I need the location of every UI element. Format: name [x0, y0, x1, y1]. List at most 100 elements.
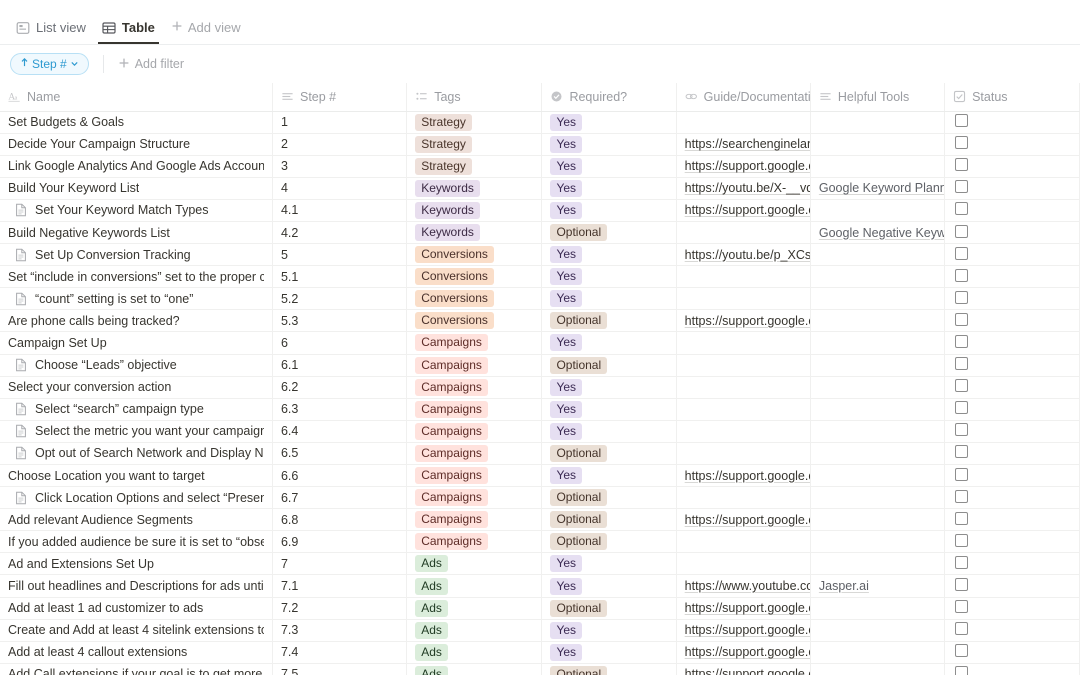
status-checkbox[interactable] — [955, 379, 969, 393]
cell-guide[interactable] — [676, 552, 811, 576]
column-header-required[interactable]: Required? — [541, 83, 677, 112]
cell-guide[interactable]: https://www.youtube.com/wa — [676, 574, 811, 598]
status-checkbox[interactable] — [955, 114, 969, 128]
guide-link[interactable]: https://support.google.com/g — [685, 645, 810, 659]
cell-name[interactable]: Choose Location you want to target — [0, 464, 273, 488]
cell-name[interactable]: Set “include in conversions” set to the … — [0, 265, 273, 289]
status-checkbox[interactable] — [955, 312, 969, 326]
table-row[interactable]: Campaign Set Up 6 Campaigns Yes — [0, 331, 1080, 355]
cell-helpful-tools[interactable] — [810, 111, 946, 134]
cell-status[interactable] — [944, 420, 1080, 443]
cell-helpful-tools[interactable] — [810, 420, 946, 443]
cell-step[interactable]: 6.8 — [272, 508, 408, 532]
cell-tags[interactable]: Campaigns — [406, 331, 543, 355]
cell-step[interactable]: 4.2 — [272, 221, 408, 245]
cell-name[interactable]: Ad and Extensions Set Up — [0, 552, 273, 576]
cell-tags[interactable]: Strategy — [406, 155, 543, 178]
helpful-tool-link[interactable]: Google Keyword Planner — [819, 181, 944, 195]
cell-step[interactable]: 4 — [272, 177, 408, 200]
cell-name[interactable]: “count” setting is set to “one” — [0, 287, 273, 311]
cell-step[interactable]: 5.3 — [272, 309, 408, 333]
cell-guide[interactable] — [676, 420, 811, 443]
status-checkbox[interactable] — [955, 622, 969, 636]
cell-helpful-tools[interactable] — [810, 133, 946, 156]
cell-required[interactable]: Yes — [541, 155, 677, 178]
cell-helpful-tools[interactable] — [810, 376, 946, 399]
cell-guide[interactable]: https://support.google.com/a — [676, 155, 811, 178]
cell-guide[interactable]: https://support.google.com/g — [676, 619, 811, 642]
cell-guide[interactable]: https://support.google.com/g — [676, 597, 811, 620]
cell-required[interactable]: Yes — [541, 552, 677, 576]
status-checkbox[interactable] — [955, 600, 969, 614]
table-row[interactable]: Link Google Analytics And Google Ads Acc… — [0, 155, 1080, 178]
cell-step[interactable]: 2 — [272, 133, 408, 156]
status-checkbox[interactable] — [955, 224, 969, 238]
cell-required[interactable]: Yes — [541, 265, 677, 289]
cell-tags[interactable]: Ads — [406, 641, 543, 664]
cell-status[interactable] — [944, 243, 1080, 267]
cell-required[interactable]: Yes — [541, 420, 677, 443]
column-header-tags[interactable]: Tags — [406, 83, 543, 112]
cell-name[interactable]: Decide Your Campaign Structure — [0, 133, 273, 156]
cell-status[interactable] — [944, 265, 1080, 289]
tab-table[interactable]: Table — [94, 16, 163, 44]
cell-tags[interactable]: Conversions — [406, 243, 543, 267]
table-row[interactable]: Choose Location you want to target 6.6 Cam… — [0, 464, 1080, 488]
cell-status[interactable] — [944, 552, 1080, 576]
cell-name[interactable]: Choose “Leads” objective — [0, 354, 273, 377]
cell-tags[interactable]: Keywords — [406, 177, 543, 200]
cell-required[interactable]: Optional — [541, 221, 677, 245]
cell-required[interactable]: Optional — [541, 508, 677, 532]
cell-name[interactable]: Set Up Conversion Tracking — [0, 243, 273, 267]
cell-status[interactable] — [944, 221, 1080, 245]
cell-status[interactable] — [944, 287, 1080, 311]
cell-helpful-tools[interactable] — [810, 464, 946, 488]
cell-status[interactable] — [944, 508, 1080, 532]
sort-chip-step[interactable]: Step # — [10, 53, 89, 75]
cell-required[interactable]: Optional — [541, 663, 677, 675]
cell-helpful-tools[interactable] — [810, 619, 946, 642]
status-checkbox[interactable] — [955, 401, 969, 415]
cell-required[interactable]: Yes — [541, 464, 677, 488]
cell-step[interactable]: 7 — [272, 552, 408, 576]
cell-guide[interactable]: https://searchengineland.com — [676, 133, 811, 156]
status-checkbox[interactable] — [955, 489, 969, 503]
cell-tags[interactable]: Ads — [406, 597, 543, 620]
cell-required[interactable]: Yes — [541, 574, 677, 598]
table-row[interactable]: Add at least 1 ad customizer to ads 7.2 Ad… — [0, 597, 1080, 620]
table-row[interactable]: Select “search” campaign type 6.3 Campaign… — [0, 398, 1080, 421]
cell-required[interactable]: Optional — [541, 530, 677, 554]
guide-link[interactable]: https://support.google.com/g — [685, 667, 810, 675]
cell-tags[interactable]: Campaigns — [406, 464, 543, 488]
table-row[interactable]: Build Negative Keywords List 4.2 Keywords O… — [0, 221, 1080, 245]
cell-tags[interactable]: Campaigns — [406, 530, 543, 554]
table-row[interactable]: Create and Add at least 4 sitelink exten… — [0, 619, 1080, 642]
cell-step[interactable]: 6.5 — [272, 442, 408, 466]
cell-required[interactable]: Yes — [541, 287, 677, 311]
cell-tags[interactable]: Ads — [406, 574, 543, 598]
cell-tags[interactable]: Keywords — [406, 221, 543, 245]
status-checkbox[interactable] — [955, 136, 969, 150]
cell-required[interactable]: Yes — [541, 331, 677, 355]
table-row[interactable]: Add at least 4 callout extensions 7.4 Ads Y… — [0, 641, 1080, 664]
table-row[interactable]: Opt out of Search Network and Display Ne… — [0, 442, 1080, 466]
table-row[interactable]: Select the metric you want your campaign… — [0, 420, 1080, 443]
cell-tags[interactable]: Ads — [406, 552, 543, 576]
guide-link[interactable]: https://searchengineland.com — [685, 137, 810, 151]
cell-step[interactable]: 6.4 — [272, 420, 408, 443]
cell-status[interactable] — [944, 309, 1080, 333]
table-row[interactable]: Decide Your Campaign Structure 2 Strategy Y… — [0, 133, 1080, 156]
cell-tags[interactable]: Strategy — [406, 133, 543, 156]
cell-helpful-tools[interactable] — [810, 265, 946, 289]
cell-required[interactable]: Yes — [541, 111, 677, 134]
cell-helpful-tools[interactable]: Google Keyword Planner — [810, 177, 946, 200]
cell-guide[interactable]: https://support.google.com/g — [676, 508, 811, 532]
cell-tags[interactable]: Conversions — [406, 265, 543, 289]
cell-helpful-tools[interactable] — [810, 530, 946, 554]
cell-required[interactable]: Optional — [541, 486, 677, 510]
cell-tags[interactable]: Campaigns — [406, 354, 543, 377]
cell-step[interactable]: 6.7 — [272, 486, 408, 510]
status-checkbox[interactable] — [955, 202, 969, 216]
cell-name[interactable]: Add relevant Audience Segments — [0, 508, 273, 532]
cell-name[interactable]: Fill out headlines and Descriptions for … — [0, 574, 273, 598]
